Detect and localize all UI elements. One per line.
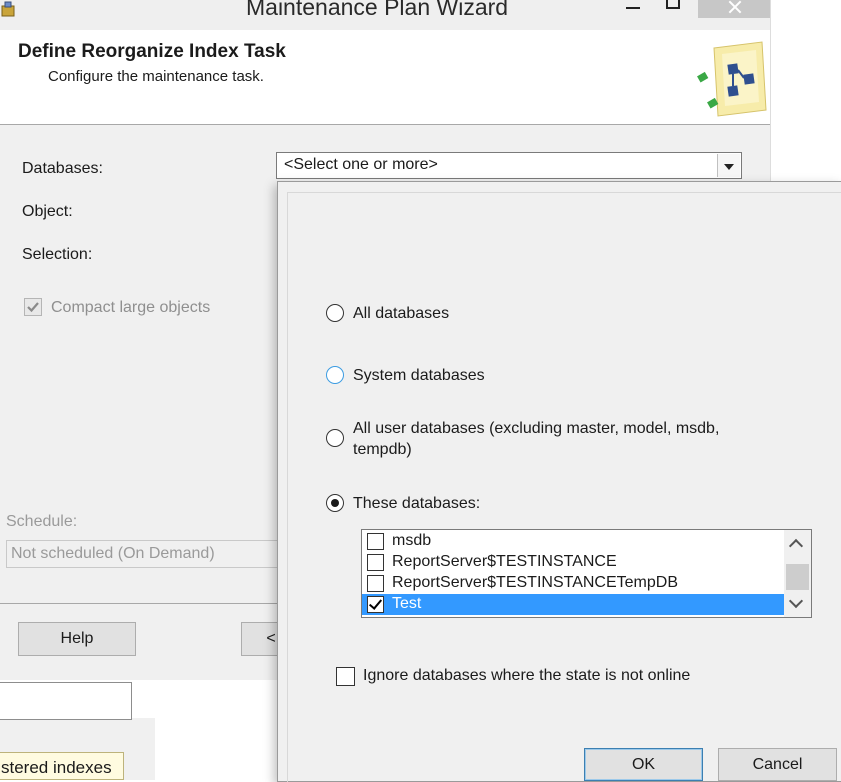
scrollbar-thumb[interactable]	[786, 564, 809, 590]
page-subtitle: Configure the maintenance task.	[48, 68, 264, 85]
close-button[interactable]	[698, 0, 770, 18]
background-tooltip-text: stered indexes	[1, 758, 112, 777]
database-selection-popup: All databases System databases All user …	[277, 181, 841, 782]
cancel-button[interactable]: Cancel	[718, 748, 837, 781]
list-scrollbar[interactable]	[784, 530, 811, 617]
chevron-up-icon[interactable]	[784, 530, 811, 560]
all-user-databases-radio[interactable]	[326, 429, 344, 447]
wizard-header: Define Reorganize Index Task Configure t…	[0, 30, 770, 125]
all-user-databases-label-continued: tempdb)	[353, 441, 412, 458]
check-icon	[27, 302, 39, 313]
these-databases-label: These databases:	[353, 495, 481, 512]
ignore-offline-label: Ignore databases where the state is not …	[363, 667, 691, 684]
database-checkbox[interactable]	[367, 533, 384, 550]
maintenance-plan-icon	[697, 41, 767, 117]
database-list[interactable]: msdb ReportServer$TESTINSTANCE ReportSer…	[361, 529, 812, 618]
title-bar: Maintenance Plan Wizard	[0, 0, 770, 30]
background-tooltip: stered indexes	[0, 752, 124, 780]
minimize-button[interactable]	[620, 0, 646, 18]
compact-large-objects-checkbox[interactable]	[24, 298, 42, 316]
databases-label: Databases:	[22, 160, 103, 177]
page-title: Define Reorganize Index Task	[18, 41, 286, 62]
these-databases-radio[interactable]	[326, 494, 344, 512]
schedule-value: Not scheduled (On Demand)	[11, 545, 215, 562]
app-icon	[1, 1, 15, 17]
ok-button[interactable]: OK	[584, 748, 703, 781]
database-checkbox[interactable]	[367, 596, 384, 613]
selection-label: Selection:	[22, 246, 93, 263]
background-window	[770, 0, 841, 184]
chevron-down-icon[interactable]	[784, 592, 811, 617]
list-item[interactable]: Test	[362, 594, 784, 615]
database-checkbox[interactable]	[367, 575, 384, 592]
background-textbox	[0, 682, 132, 720]
database-checkbox[interactable]	[367, 554, 384, 571]
database-name: ReportServer$TESTINSTANCETempDB	[392, 574, 678, 591]
object-label: Object:	[22, 203, 73, 220]
system-databases-radio[interactable]	[326, 366, 344, 384]
all-user-databases-label: All user databases (excluding master, mo…	[353, 420, 720, 437]
maximize-button[interactable]	[662, 0, 688, 18]
list-item[interactable]: msdb	[362, 531, 784, 552]
all-databases-radio[interactable]	[326, 304, 344, 322]
list-item[interactable]: ReportServer$TESTINSTANCETempDB	[362, 573, 784, 594]
chevron-down-icon[interactable]	[717, 154, 740, 177]
list-item[interactable]: ReportServer$TESTINSTANCE	[362, 552, 784, 573]
schedule-label: Schedule:	[6, 513, 78, 530]
database-name: ReportServer$TESTINSTANCE	[392, 553, 617, 570]
popup-panel: All databases System databases All user …	[287, 192, 841, 782]
ignore-offline-checkbox[interactable]	[336, 667, 355, 686]
database-name: Test	[392, 595, 422, 612]
database-name: msdb	[392, 532, 432, 549]
system-databases-label: System databases	[353, 367, 485, 384]
compact-large-objects-label: Compact large objects	[51, 299, 211, 316]
all-databases-label: All databases	[353, 305, 450, 322]
schedule-field: Not scheduled (On Demand)	[6, 540, 286, 568]
databases-dropdown-value: <Select one or more>	[284, 156, 438, 173]
databases-dropdown[interactable]: <Select one or more>	[276, 152, 742, 179]
help-button[interactable]: Help	[18, 622, 136, 656]
window-title: Maintenance Plan Wizard	[246, 0, 509, 20]
